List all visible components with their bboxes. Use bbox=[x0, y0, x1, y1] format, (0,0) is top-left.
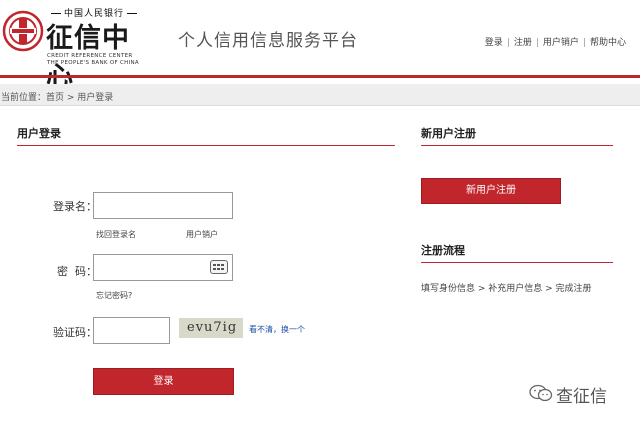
watermark-text: 查征信 bbox=[556, 387, 607, 407]
credit-center-logo[interactable]: 中国人民银行 征信中心 CREDIT REFERENCE CENTER THE … bbox=[2, 4, 152, 93]
breadcrumb-bar: 当前位置：首页 > 用户登录 bbox=[0, 84, 640, 106]
register-flow-steps: 填写身份信息 > 补充用户信息 > 完成注册 bbox=[421, 284, 592, 294]
platform-title: 个人信用信息服务平台 bbox=[178, 31, 358, 51]
top-link-help[interactable]: 帮助中心 bbox=[590, 38, 626, 48]
login-section-title: 用户登录 bbox=[17, 127, 61, 140]
keyboard-icon[interactable] bbox=[210, 260, 228, 274]
cancel-account-link[interactable]: 用户销户 bbox=[186, 229, 218, 240]
captcha-input[interactable] bbox=[93, 317, 170, 344]
breadcrumb: 当前位置：首页 > 用户登录 bbox=[1, 93, 114, 103]
refresh-captcha-link[interactable]: 看不清，换一个 bbox=[249, 324, 305, 335]
captcha-label: 验证码： bbox=[53, 326, 97, 339]
header-divider bbox=[0, 75, 640, 78]
register-flow-title: 注册流程 bbox=[421, 244, 465, 257]
site-header: 中国人民银行 征信中心 CREDIT REFERENCE CENTER THE … bbox=[0, 0, 640, 93]
register-section-divider bbox=[421, 145, 613, 146]
login-section-divider bbox=[17, 145, 395, 146]
find-username-link[interactable]: 找回登录名 bbox=[96, 229, 136, 240]
password-label: 密 码： bbox=[57, 265, 97, 278]
register-section-title: 新用户注册 bbox=[421, 127, 476, 140]
top-nav-links: 登录 | 注册 | 用户销户 | 帮助中心 bbox=[484, 38, 626, 48]
forgot-password-link[interactable]: 忘记密码? bbox=[96, 290, 132, 301]
seal-logo-icon bbox=[2, 10, 44, 52]
new-user-register-button[interactable]: 新用户注册 bbox=[421, 178, 561, 204]
username-label: 登录名： bbox=[53, 200, 97, 213]
login-button[interactable]: 登录 bbox=[93, 368, 234, 395]
captcha-image[interactable]: evu7ig bbox=[179, 318, 243, 338]
logo-english-line2: THE PEOPLE'S BANK OF CHINA bbox=[47, 60, 139, 66]
top-link-register[interactable]: 注册 bbox=[514, 38, 532, 48]
logo-english-line1: CREDIT REFERENCE CENTER bbox=[47, 53, 133, 59]
top-link-cancel-account[interactable]: 用户销户 bbox=[543, 38, 579, 48]
top-link-login[interactable]: 登录 bbox=[485, 38, 503, 48]
register-flow-divider bbox=[421, 262, 613, 263]
username-input[interactable] bbox=[93, 192, 233, 219]
wechat-icon bbox=[529, 384, 553, 402]
